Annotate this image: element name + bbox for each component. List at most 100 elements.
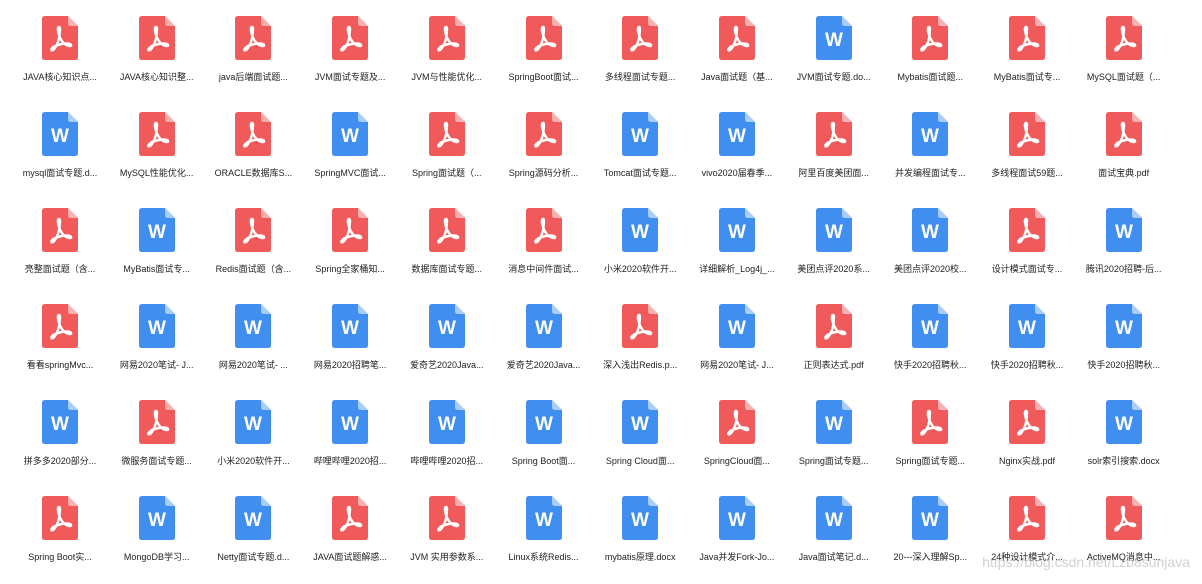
file-item[interactable]: 正则表达式.pdf bbox=[786, 304, 882, 392]
svg-text:W: W bbox=[535, 414, 553, 435]
file-item[interactable]: W 美团点评2020校... bbox=[882, 208, 978, 296]
file-item[interactable]: W 小米2020软件开... bbox=[205, 400, 301, 488]
file-item[interactable]: MySQL性能优化... bbox=[109, 112, 205, 200]
file-item[interactable]: 阿里百度美团面... bbox=[786, 112, 882, 200]
word-file-icon: W bbox=[235, 304, 272, 353]
svg-text:W: W bbox=[244, 510, 262, 531]
word-file-icon: W bbox=[332, 112, 369, 161]
file-item[interactable]: W 拼多多2020部分... bbox=[12, 400, 108, 488]
pdf-file-icon bbox=[428, 16, 465, 65]
file-item[interactable]: W 快手2020招聘秋... bbox=[882, 304, 978, 392]
file-name: Spring面试专题... bbox=[895, 456, 966, 466]
file-item[interactable]: W SpringMVC面试... bbox=[302, 112, 398, 200]
file-name: Mybatis面试题... bbox=[897, 72, 964, 82]
file-item[interactable]: W 快手2020招聘秋... bbox=[979, 304, 1075, 392]
file-item[interactable]: ActiveMQ消息中... bbox=[1076, 496, 1172, 584]
file-item[interactable]: Spring源码分析... bbox=[496, 112, 592, 200]
pdf-file-icon bbox=[42, 496, 78, 545]
file-item[interactable]: 看看springMvc... bbox=[12, 304, 108, 392]
pdf-file-icon bbox=[525, 112, 562, 161]
svg-text:W: W bbox=[728, 510, 746, 531]
word-file-icon: W bbox=[332, 304, 369, 353]
file-item[interactable]: W 网易2020招聘笔... bbox=[302, 304, 398, 392]
file-item[interactable]: SpringBoot面试... bbox=[496, 16, 592, 104]
file-item[interactable]: 消息中间件面试... bbox=[496, 208, 592, 296]
file-item[interactable]: W Java面试笔记.d... bbox=[786, 496, 882, 584]
file-item[interactable]: Nginx实战.pdf bbox=[979, 400, 1075, 488]
file-item[interactable]: MyBatis面试专... bbox=[979, 16, 1075, 104]
file-item[interactable]: 微服务面试专题... bbox=[109, 400, 205, 488]
file-item[interactable]: W Java并发Fork-Jo... bbox=[689, 496, 785, 584]
pdf-file-icon bbox=[1009, 496, 1045, 545]
file-item[interactable]: W Tomcat面试专题... bbox=[592, 112, 688, 200]
file-item[interactable]: W 并发编程面试专... bbox=[882, 112, 978, 200]
file-item[interactable]: W 腾讯2020招聘-后... bbox=[1076, 208, 1172, 296]
file-item[interactable]: W 20---深入理解Sp... bbox=[882, 496, 978, 584]
svg-text:W: W bbox=[51, 126, 69, 147]
file-item[interactable]: Mybatis面试题... bbox=[882, 16, 978, 104]
word-file-icon: W bbox=[428, 304, 465, 353]
file-item[interactable]: W mybatis原理.docx bbox=[592, 496, 688, 584]
file-item[interactable]: 多线程面试59题... bbox=[979, 112, 1075, 200]
file-item[interactable]: Spring Boot实... bbox=[12, 496, 108, 584]
watermark-text: https://blog.csdn.net/Lzb8sunjava bbox=[982, 554, 1190, 570]
pdf-file-icon bbox=[912, 400, 949, 449]
file-item[interactable]: W solr索引搜索.docx bbox=[1076, 400, 1172, 488]
file-item[interactable]: W MyBatis面试专... bbox=[109, 208, 205, 296]
file-name: 快手2020招聘秋... bbox=[1087, 360, 1160, 370]
file-item[interactable]: 24种设计模式介... bbox=[979, 496, 1075, 584]
file-item[interactable]: 深入浅出Redis.p... bbox=[592, 304, 688, 392]
file-item[interactable]: W 小米2020软件开... bbox=[592, 208, 688, 296]
word-file-icon: W bbox=[42, 112, 78, 161]
file-item[interactable]: Java面试题（基... bbox=[689, 16, 785, 104]
svg-text:W: W bbox=[148, 510, 166, 531]
file-name: 网易2020笔试- J... bbox=[119, 360, 194, 370]
file-name: 多线程面试专题... bbox=[604, 72, 676, 82]
file-name: MySQL面试题（... bbox=[1086, 72, 1161, 82]
file-name: Netty面试专题.d... bbox=[217, 552, 290, 562]
file-item[interactable]: W Spring面试专题... bbox=[786, 400, 882, 488]
file-item[interactable]: W Netty面试专题.d... bbox=[205, 496, 301, 584]
file-item[interactable]: JAVA核心知识点... bbox=[12, 16, 108, 104]
file-item[interactable]: W vivo2020届春季... bbox=[689, 112, 785, 200]
file-item[interactable]: JVM 实用参数系... bbox=[399, 496, 495, 584]
file-item[interactable]: Spring面试专题... bbox=[882, 400, 978, 488]
file-item[interactable]: JAVA核心知识整... bbox=[109, 16, 205, 104]
file-item[interactable]: 面试宝典.pdf bbox=[1076, 112, 1172, 200]
file-item[interactable]: W 网易2020笔试- J... bbox=[689, 304, 785, 392]
file-item[interactable]: 数据库面试专题... bbox=[399, 208, 495, 296]
file-item[interactable]: W JVM面试专题.do... bbox=[786, 16, 882, 104]
file-item[interactable]: W 爱奇艺2020Java... bbox=[496, 304, 592, 392]
file-item[interactable]: JVM面试专题及... bbox=[302, 16, 398, 104]
file-item[interactable]: JVM与性能优化... bbox=[399, 16, 495, 104]
file-item[interactable]: W 哔哩哔哩2020招... bbox=[399, 400, 495, 488]
file-name: SpringBoot面试... bbox=[508, 72, 579, 82]
svg-text:W: W bbox=[631, 126, 649, 147]
file-item[interactable]: MySQL面试题（... bbox=[1076, 16, 1172, 104]
file-item[interactable]: java后端面试题... bbox=[205, 16, 301, 104]
file-item[interactable]: W Spring Cloud面... bbox=[592, 400, 688, 488]
file-item[interactable]: W 详细解析_Log4j_... bbox=[689, 208, 785, 296]
file-item[interactable]: 多线程面试专题... bbox=[592, 16, 688, 104]
svg-text:W: W bbox=[631, 414, 649, 435]
file-item[interactable]: W 爱奇艺2020Java... bbox=[399, 304, 495, 392]
file-item[interactable]: Spring全家桶知... bbox=[302, 208, 398, 296]
file-item[interactable]: W Linux系统Redis... bbox=[496, 496, 592, 584]
file-item[interactable]: 亮整面试题（含... bbox=[12, 208, 108, 296]
file-item[interactable]: ORACLE数据库S... bbox=[205, 112, 301, 200]
file-item[interactable]: W 快手2020招聘秋... bbox=[1076, 304, 1172, 392]
file-item[interactable]: SpringCloud面... bbox=[689, 400, 785, 488]
file-item[interactable]: W mysql面试专题.d... bbox=[12, 112, 108, 200]
file-item[interactable]: JAVA面试题解惑... bbox=[302, 496, 398, 584]
file-item[interactable]: W 美团点评2020系... bbox=[786, 208, 882, 296]
file-item[interactable]: Spring面试题（... bbox=[399, 112, 495, 200]
file-item[interactable]: W 网易2020笔试- J... bbox=[109, 304, 205, 392]
file-name: 正则表达式.pdf bbox=[803, 360, 864, 370]
file-item[interactable]: 设计模式面试专... bbox=[979, 208, 1075, 296]
file-item[interactable]: W MongoDB学习... bbox=[109, 496, 205, 584]
word-file-icon: W bbox=[622, 208, 659, 257]
file-item[interactable]: W 哔哩哔哩2020招... bbox=[302, 400, 398, 488]
file-item[interactable]: Redis面试题（含... bbox=[205, 208, 301, 296]
file-item[interactable]: W Spring Boot面... bbox=[496, 400, 592, 488]
file-item[interactable]: W 网易2020笔试- ... bbox=[205, 304, 301, 392]
